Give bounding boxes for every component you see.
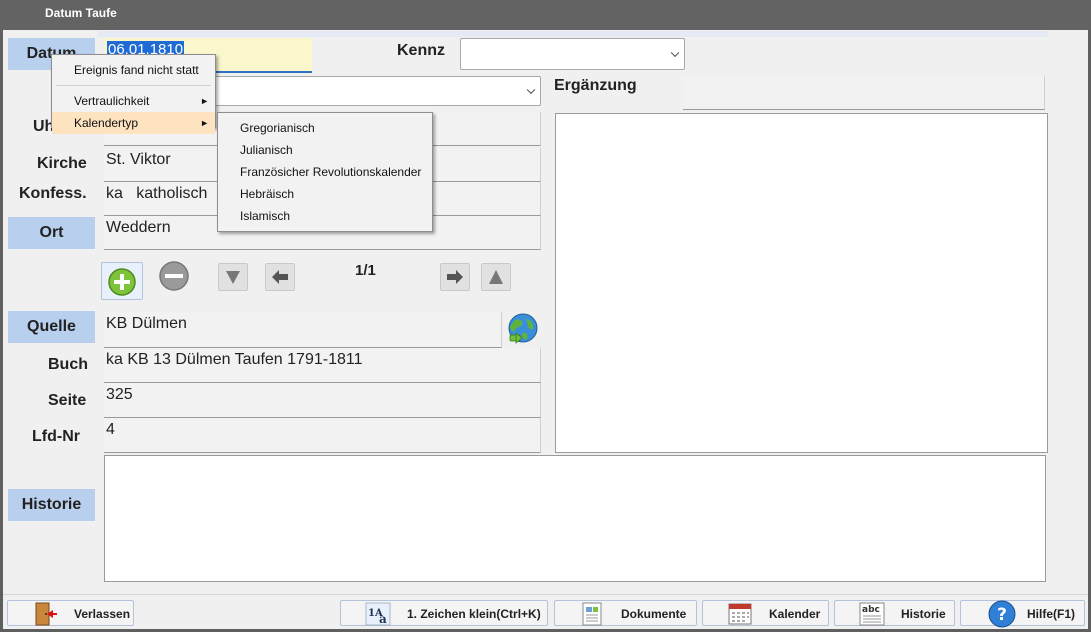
calendar-option-julian[interactable]: Julianisch [218, 139, 432, 161]
verlassen-label: Verlassen [74, 607, 131, 621]
dialog-window: Datum Taufe Datum 06.01.1810 Kennz Ergän… [0, 0, 1091, 632]
menu-item-kalendertyp[interactable]: Kalendertyp ► [52, 112, 215, 134]
hilfe-button[interactable]: ? Hilfe(F1) [960, 600, 1085, 628]
menu-item-vertraulichkeit[interactable]: Vertraulichkeit ► [52, 90, 215, 112]
lowercase-label: 1. Zeichen klein(Ctrl+K) [407, 607, 541, 621]
dokumente-label: Dokumente [621, 607, 687, 621]
move-down-button[interactable] [218, 263, 248, 291]
kalender-button[interactable]: Kalender [702, 600, 829, 626]
submenu-arrow-icon: ► [200, 118, 209, 128]
chevron-down-icon [526, 85, 536, 95]
minus-icon [159, 261, 189, 291]
historie-label[interactable]: Historie [8, 489, 95, 521]
arrow-right-icon [447, 270, 463, 284]
ergaenzung-input[interactable] [683, 76, 1045, 110]
historie-button[interactable]: abc Historie [834, 600, 955, 626]
seite-input[interactable]: 325 [104, 383, 541, 418]
menu-separator [56, 85, 211, 86]
ergaenzung-text-area[interactable] [555, 113, 1048, 453]
arrow-up-icon [489, 270, 503, 284]
historie-button-label: Historie [901, 607, 946, 621]
kalender-label: Kalender [769, 607, 821, 621]
verlassen-button[interactable]: Verlassen [7, 600, 134, 626]
top-strip [98, 31, 1048, 37]
konfess-label: Konfess. [19, 185, 87, 202]
help-icon: ? [988, 600, 1016, 628]
next-button[interactable] [440, 263, 470, 291]
dialog-client: Datum 06.01.1810 Kennz Ergänzung Uh Kirc… [3, 30, 1088, 629]
ort-label[interactable]: Ort [8, 217, 95, 249]
svg-text:?: ? [997, 605, 1007, 625]
lfd-nr-label: Lfd-Nr [32, 428, 80, 445]
chevron-down-icon [670, 48, 680, 58]
konfess-name: katholisch [136, 185, 208, 202]
calendar-option-label: Islamisch [240, 209, 291, 223]
submenu-arrow-icon: ► [200, 96, 209, 106]
calendar-option-islamic[interactable]: Islamisch [218, 205, 432, 227]
buch-label: Buch [48, 356, 88, 373]
konfess-code: ka [106, 185, 123, 202]
menu-item-label: Vertraulichkeit [74, 94, 150, 108]
calendar-option-french-revolutionary[interactable]: Französicher Revolutionskalender [218, 161, 432, 183]
move-up-button[interactable] [481, 263, 511, 291]
seite-label: Seite [48, 392, 87, 409]
font-case-icon: 1A a [365, 602, 391, 626]
calendar-option-label: Französicher Revolutionskalender [240, 165, 422, 179]
lowercase-button[interactable]: 1A a 1. Zeichen klein(Ctrl+K) [340, 600, 548, 626]
calendar-option-gregorian[interactable]: Gregorianisch [218, 117, 432, 139]
calendar-submenu: Gregorianisch Julianisch Französicher Re… [217, 112, 433, 232]
exit-door-icon [35, 602, 57, 626]
arrow-left-icon [272, 270, 288, 284]
calendar-option-label: Julianisch [240, 143, 293, 157]
menu-item-ereignis[interactable]: Ereignis fand nicht statt [52, 59, 215, 81]
record-counter: 1/1 [355, 262, 376, 279]
menu-item-label: Kalendertyp [74, 116, 139, 130]
quelle-input[interactable]: KB Dülmen [104, 312, 502, 348]
context-menu: Ereignis fand nicht statt Vertraulichkei… [51, 54, 216, 134]
lfd-nr-input[interactable]: 4 [104, 418, 541, 453]
remove-button[interactable] [157, 260, 191, 294]
svg-text:abc: abc [862, 605, 880, 615]
button-bar: Verlassen 1A a 1. Zeichen klein(Ctrl+K) [3, 594, 1088, 629]
menu-item-label: Ereignis fand nicht statt [74, 63, 199, 77]
buch-input[interactable]: ka KB 13 Dülmen Taufen 1791-1811 [104, 348, 541, 383]
calendar-icon [728, 603, 752, 625]
ergaenzung-label: Ergänzung [554, 77, 637, 94]
kirche-label: Kirche [37, 155, 87, 172]
historie-text-area[interactable] [104, 455, 1046, 582]
window-title: Datum Taufe [45, 6, 117, 20]
calendar-option-hebrew[interactable]: Hebräisch [218, 183, 432, 205]
text-document-icon: abc [859, 602, 885, 626]
add-button[interactable] [101, 262, 143, 300]
globe-button[interactable] [506, 313, 540, 345]
dokumente-button[interactable]: Dokumente [554, 600, 697, 626]
previous-button[interactable] [265, 263, 295, 291]
svg-text:a: a [379, 612, 387, 626]
quelle-label[interactable]: Quelle [8, 311, 95, 343]
globe-icon [508, 313, 538, 344]
arrow-down-icon [226, 271, 240, 284]
kennz-dropdown[interactable] [460, 38, 685, 70]
title-bar: Datum Taufe [0, 0, 1091, 30]
kennz-label: Kennz [397, 42, 445, 59]
calendar-option-label: Gregorianisch [240, 121, 315, 135]
hilfe-label: Hilfe(F1) [1027, 607, 1075, 621]
document-icon [582, 602, 602, 626]
plus-icon [108, 268, 136, 296]
calendar-option-label: Hebräisch [240, 187, 295, 201]
